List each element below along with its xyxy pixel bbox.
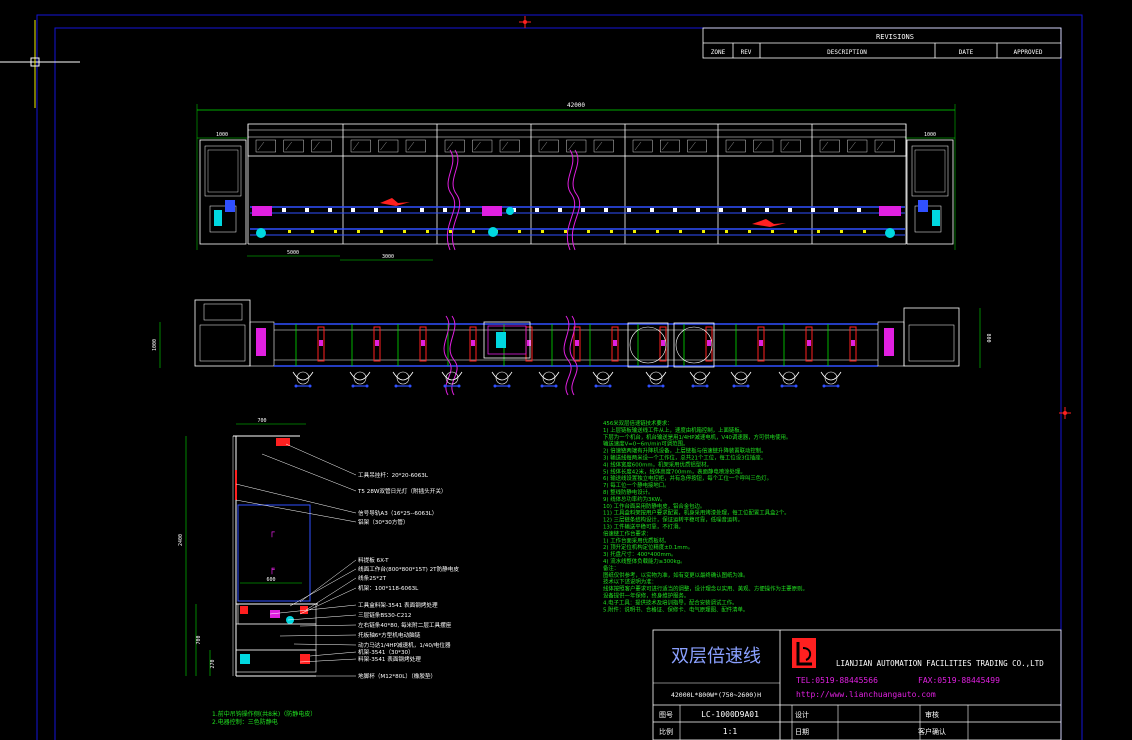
overall-length-dimension: 42000 [567, 102, 585, 109]
drawing-no: LC-1000D9A01 [701, 710, 759, 719]
revisions-table: REVISIONS ZONE REV DESCRIPTION DATE APPR… [702, 27, 1062, 59]
section-callout: 铝架（30*30方管） [358, 518, 409, 526]
section-callout: 料提板 6X-T [358, 556, 389, 564]
crosshair-cursor[interactable] [0, 20, 80, 108]
spec-note-line: 线体按照客户要求可进行适当的调整，设计理念以实用、美观、方便操作为主要原则。 [603, 585, 808, 593]
spec-note-line: 8) 整线防静电设计。 [603, 488, 653, 496]
spec-note-line: 11) 工具盒料架按用户要求配置，机身采用烤漆处理，每工位配置工具盒2个。 [603, 509, 790, 517]
product-name: 双层倍速线 [671, 646, 761, 667]
span-a-dimension: 5000 [287, 250, 299, 256]
section-callout: 动力马达1/4HP减速机，1/40/电位器 [358, 641, 451, 649]
section-base-height-dimension: 270 [210, 659, 216, 668]
revisions-title: REVISIONS [876, 33, 914, 41]
section-callout: 三层链条BS30-C212 [358, 611, 411, 619]
date-label: 日期 [795, 728, 809, 736]
company-fax: FAX:0519-88445499 [918, 676, 1000, 685]
left-lift-unit [199, 139, 247, 245]
spec-note-line: 1) 工作台面采用优质板材。 [603, 536, 670, 544]
section-callout: 信号导轨A3（16*25--6063L） [358, 509, 437, 517]
spec-note-line: 12) 三层链条结构设计，保证运转平稳可靠，低噪音运转。 [603, 516, 743, 524]
section-callout: 托板轴6*方型机电动脑链 [358, 631, 421, 639]
inner-border [54, 27, 1062, 740]
spec-note-line: 技术以下述说明为准： [603, 578, 657, 586]
spec-note-line: 下层为一个机台，机台输送是用1/4HP减速电机，V40调速器，方可供电使用。 [603, 433, 791, 441]
section-callout: 机架-3541（30*30） [358, 648, 414, 656]
section-workpiece-glyph-lower: ╒ [269, 565, 275, 575]
left-end-dimension: 1000 [216, 132, 228, 138]
section-lower-height-dimension: 700 [196, 635, 202, 644]
section-height-dimension: 2400 [178, 534, 184, 546]
top-plan-view: 1000 800 [152, 299, 991, 396]
section-footnote-2: 2.电器控制：三色防静电 [212, 718, 278, 726]
spec-note-line: 输送速度V=0~6m/min可调范围。 [603, 440, 688, 448]
spec-note-line: 3) 输送线每两米设一个工作位，总共21个工位，每工位设3位插座。 [603, 454, 766, 462]
spec-note-line: 倍速链工作台要求： [603, 529, 652, 537]
section-callout: 工具盒料架-3541 表面钢烤处理 [358, 601, 438, 609]
revisions-col-approved: APPROVED [1014, 49, 1043, 56]
spec-note-line: 13) 工件输送平稳可靠，不打滑。 [603, 523, 684, 531]
spec-note-line: 4) 线体宽度600mm，机架采用优质铝型材。 [603, 460, 712, 468]
product-size-spec: 42000L*800W*(750~2600)H [671, 691, 761, 699]
drawing-no-label: 图号 [659, 711, 673, 719]
revisions-col-rev: REV [741, 49, 752, 56]
section-callout: 料架-3541 表面钢烤处理 [358, 655, 421, 663]
span-b-dimension: 3000 [382, 254, 394, 260]
company-tel: TEL:0519-88445566 [796, 676, 878, 685]
plan-width-right-dimension: 800 [985, 333, 991, 342]
spec-note-line: 5) 线体长度42米，线体高度700mm，表面静电喷涂处理。 [603, 467, 746, 475]
section-callout: 地脚杯（M12*80L）（橡胶垫） [358, 672, 436, 680]
spec-note-line: 456米双层倍速链技术要求： [603, 419, 673, 427]
company-logo-icon [792, 638, 816, 668]
section-lower-width-dimension: 600 [266, 577, 275, 583]
spec-note-line: 2) 顶升定位机构定位精度±0.1mm。 [603, 543, 693, 551]
spec-note-line: 设备提供一年保修，终身维护服务。 [603, 592, 689, 600]
section-callout: 左右链条40*80, 每米附二层工具摆座 [358, 621, 452, 629]
customer-label: 客户确认 [918, 727, 946, 736]
spec-note-line: 4) 流水线整体负载能力≥300kg。 [603, 557, 686, 565]
spec-note-line: 6) 输送线设置独立电控柜，并有急停按钮，每个工位一个呼叫三色灯。 [603, 474, 772, 482]
spec-note-line: 1) 上层链板输送线工件从上，速度由机箱控制，上面链板。 [603, 426, 745, 434]
section-footnote-1: 1.前中吊钩操作侧(共8米)（防静电皮） [212, 710, 316, 718]
section-callout: 线面工作台(800*800*15T) 2T防静电皮 [358, 565, 459, 573]
spec-notes: 456米双层倍速链技术要求：1) 上层链板输送线工件从上，速度由机箱控制，上面链… [603, 419, 808, 613]
spec-note-line: 2) 倍速链两端有升降机设备，上层链板与倍速链升降装置联动控制。 [603, 447, 767, 455]
revisions-col-zone: ZONE [711, 49, 726, 56]
cad-drawing-sheet: REVISIONS ZONE REV DESCRIPTION DATE APPR… [0, 14, 1083, 740]
spec-note-line: 10) 工作台面采用防静电皮，铝合金包边。 [603, 502, 705, 510]
section-callout: 线条25*2T [358, 574, 387, 582]
company-website[interactable]: http://www.lianchuangauto.com [796, 690, 936, 699]
title-block: 双层倍速线 42000L*800W*(750~2600)H LIANJIAN A… [652, 629, 1062, 740]
scale-value: 1:1 [723, 727, 738, 736]
section-width-dimension: 700 [257, 418, 266, 424]
side-elevation-view: 42000 1000 1000 5000 3000 [196, 102, 956, 261]
plan-width-dimension: 1000 [152, 339, 158, 351]
scale-label: 比例 [659, 727, 673, 736]
company-name: LIANJIAN AUTOMATION FACILITIES TRADING C… [836, 659, 1044, 668]
spec-note-line: 备注： [603, 564, 619, 572]
section-workpiece-glyph: ┌ [269, 528, 275, 538]
spec-note-line: 3) 托盘尺寸：400*400mm。 [603, 550, 676, 558]
spec-note-line: 4.电子工具：提供技术及培训指导，配合安装调试工作。 [603, 598, 738, 606]
top-center-marker-icon [519, 16, 531, 28]
section-callout: T5 28W双管日光灯（附插头开关） [357, 487, 447, 495]
section-callout: 机架：100*118-6063L [358, 584, 419, 592]
revisions-col-description: DESCRIPTION [827, 49, 867, 56]
section-callout: 工具吊挂杆：20*20-6063L [358, 471, 429, 479]
revisions-col-date: DATE [959, 49, 974, 56]
spec-note-line: 7) 每工位一个静电接地口。 [603, 481, 670, 489]
right-lift-unit [906, 139, 954, 245]
designer-label: 设计 [795, 710, 809, 719]
checker-label: 审核 [925, 710, 939, 719]
section-view: 700 2400 700 270 600 ┌ ╒ 工具吊挂杆：20*20-606… [178, 418, 459, 726]
spec-note-line: 图纸仅供参考，以实物为准，如有变更以最终确认图纸为准。 [603, 571, 749, 579]
spec-note-line: 9) 线体总功率约为3KW。 [603, 495, 665, 503]
right-end-dimension: 1000 [924, 132, 936, 138]
spec-note-line: 5.附件：说明书、合格证、保修卡、电气原理图、配件清单。 [603, 605, 748, 613]
